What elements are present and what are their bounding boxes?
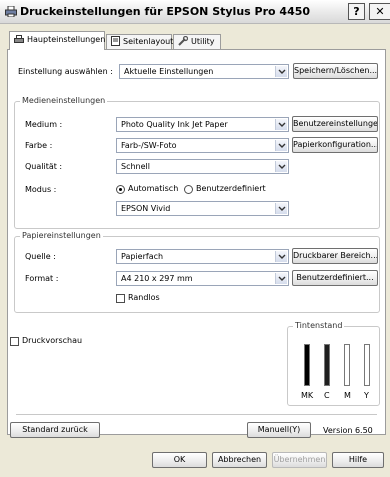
color-select-value: Farb-/SW-Foto xyxy=(121,141,177,150)
custom-format-button[interactable]: Benutzerdefiniert... xyxy=(292,270,378,286)
ink-label-m: M xyxy=(344,391,351,400)
medium-label: Medium : xyxy=(25,120,63,129)
printer-app-icon xyxy=(5,6,17,17)
printable-area-button[interactable]: Druckbarer Bereich... xyxy=(292,248,378,264)
ink-bar-m xyxy=(344,344,350,386)
paper-config-button[interactable]: Papierkonfiguration... xyxy=(292,137,378,153)
source-select[interactable]: Papierfach xyxy=(116,249,289,264)
settings-select[interactable]: Aktuelle Einstellungen xyxy=(119,64,289,79)
manual-button[interactable]: Manuell(Y) xyxy=(247,422,311,438)
mode-select[interactable]: EPSON Vivid xyxy=(116,201,289,216)
paper-group-title: Papiereinstellungen xyxy=(20,231,103,240)
settings-label: Einstellung auswählen : xyxy=(18,67,113,76)
ink-label-y: Y xyxy=(364,391,369,400)
cancel-button[interactable]: Abbrechen xyxy=(212,452,267,468)
version-label: Version 6.50 xyxy=(323,426,373,435)
color-select[interactable]: Farb-/SW-Foto xyxy=(116,138,289,153)
tab-utility[interactable]: Utility xyxy=(173,34,221,49)
wrench-icon xyxy=(178,35,189,46)
reset-defaults-button[interactable]: Standard zurück xyxy=(10,422,100,438)
format-select[interactable]: A4 210 x 297 mm xyxy=(116,271,289,286)
help-button[interactable]: Hilfe xyxy=(332,452,384,468)
printer-icon xyxy=(14,35,24,43)
ink-bar-mk xyxy=(304,344,310,386)
mode-label: Modus : xyxy=(25,185,57,194)
settings-select-value: Aktuelle Einstellungen xyxy=(124,67,214,76)
ink-label-c: C xyxy=(324,391,330,400)
chevron-down-icon xyxy=(275,66,287,77)
ink-bar-y xyxy=(364,344,370,386)
chevron-down-icon xyxy=(275,119,287,130)
color-label: Farbe : xyxy=(25,141,53,150)
mode-auto-radio[interactable] xyxy=(116,185,125,194)
tab-haupteinstellungen[interactable]: Haupteinstellungen xyxy=(9,31,105,50)
help-title-button[interactable]: ? xyxy=(348,3,365,20)
mode-custom-label[interactable]: Benutzerdefiniert xyxy=(196,184,266,193)
window-title: Druckeinstellungen für EPSON Stylus Pro … xyxy=(20,5,311,18)
quality-label: Qualität : xyxy=(25,162,63,171)
format-label: Format : xyxy=(25,274,59,283)
media-group-title: Medieneinstellungen xyxy=(20,96,108,105)
divider xyxy=(16,414,377,415)
medium-select[interactable]: Photo Quality Ink Jet Paper xyxy=(116,117,289,132)
quality-select[interactable]: Schnell xyxy=(116,159,289,174)
source-select-value: Papierfach xyxy=(121,252,164,261)
apply-button: Übernehmen xyxy=(272,452,327,468)
source-label: Quelle : xyxy=(25,252,56,261)
close-title-button[interactable]: ✕ xyxy=(369,3,390,20)
chevron-down-icon xyxy=(275,273,287,284)
print-preview-checkbox[interactable] xyxy=(10,337,19,346)
print-settings-window: Druckeinstellungen für EPSON Stylus Pro … xyxy=(0,0,390,477)
chevron-down-icon xyxy=(275,203,287,214)
borderless-checkbox[interactable] xyxy=(116,294,125,303)
ink-bar-c xyxy=(324,344,330,386)
tab-seitenlayout[interactable]: Seitenlayout xyxy=(106,34,174,49)
borderless-label[interactable]: Randlos xyxy=(128,293,160,302)
print-preview-label[interactable]: Druckvorschau xyxy=(22,336,82,345)
title-bar: Druckeinstellungen für EPSON Stylus Pro … xyxy=(0,0,390,24)
format-select-value: A4 210 x 297 mm xyxy=(121,274,193,283)
chevron-down-icon xyxy=(275,140,287,151)
chevron-down-icon xyxy=(275,161,287,172)
ink-group-title: Tintenstand xyxy=(293,321,345,330)
tab-label: Seitenlayout xyxy=(123,37,174,46)
user-settings-button[interactable]: Benutzereinstellungen... xyxy=(292,116,378,132)
ink-label-mk: MK xyxy=(301,391,314,400)
tab-label: Utility xyxy=(191,37,215,46)
mode-select-value: EPSON Vivid xyxy=(121,204,171,213)
medium-select-value: Photo Quality Ink Jet Paper xyxy=(121,120,228,129)
main-tab-panel: Einstellung auswählen : Aktuelle Einstel… xyxy=(7,49,386,438)
mode-custom-radio[interactable] xyxy=(184,185,193,194)
quality-select-value: Schnell xyxy=(121,162,150,171)
ok-button[interactable]: OK xyxy=(152,452,207,468)
tab-label: Haupteinstellungen xyxy=(27,35,106,44)
save-delete-button[interactable]: Speichern/Löschen... xyxy=(293,63,378,79)
page-icon xyxy=(111,36,120,46)
chevron-down-icon xyxy=(275,251,287,262)
mode-auto-label[interactable]: Automatisch xyxy=(128,184,178,193)
